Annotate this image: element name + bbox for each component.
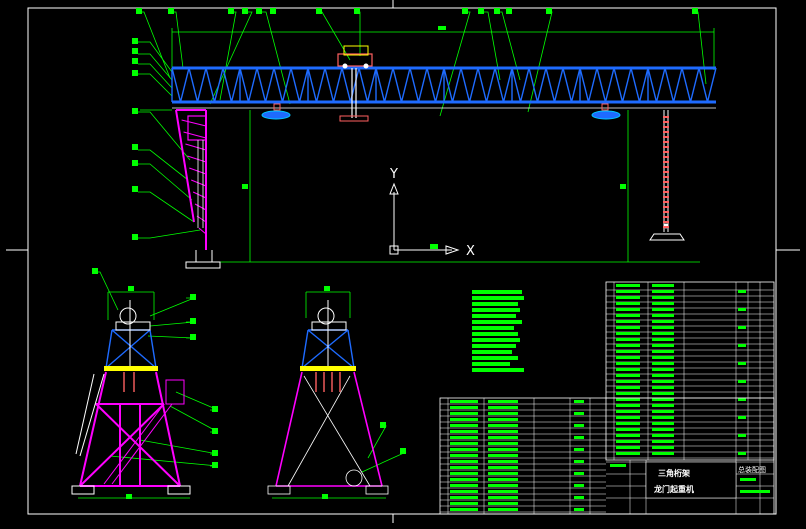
drawing-frame bbox=[6, 0, 800, 523]
end-beam-2 bbox=[300, 366, 356, 371]
cad-drawing: Y X 三角桁架 龙门起重机 总装配图 bbox=[6, 0, 800, 523]
dimension-tag bbox=[620, 184, 626, 189]
elevation-view: Y X bbox=[132, 8, 717, 269]
x-axis-label: X bbox=[466, 244, 475, 259]
dimension-lines bbox=[140, 28, 715, 263]
title-block: 三角桁架 龙门起重机 总装配图 bbox=[439, 397, 775, 515]
rigid-leg bbox=[175, 109, 207, 250]
drawing-title-line1: 三角桁架 bbox=[658, 468, 690, 478]
top-leaders bbox=[136, 11, 707, 117]
drawing-corner-label: 总装配图 bbox=[738, 465, 766, 474]
end-beam bbox=[104, 366, 158, 371]
side-view-flexible-leg bbox=[267, 286, 407, 499]
flexible-leg bbox=[649, 110, 685, 241]
dimension-tag bbox=[242, 184, 248, 189]
drawing-title-line2: 龙门起重机 bbox=[653, 484, 694, 494]
y-axis-label: Y bbox=[389, 167, 398, 182]
ucs-axis bbox=[389, 182, 460, 255]
technical-notes bbox=[472, 290, 524, 372]
side-view-rigid-leg bbox=[71, 268, 219, 499]
left-leader-tags bbox=[132, 38, 138, 240]
leg-base-left bbox=[185, 250, 221, 269]
truss-girder bbox=[171, 66, 717, 104]
dimension-tag bbox=[430, 244, 438, 249]
top-leader-tags bbox=[136, 8, 698, 14]
dimension-tag bbox=[438, 26, 446, 30]
parts-list bbox=[605, 281, 775, 461]
